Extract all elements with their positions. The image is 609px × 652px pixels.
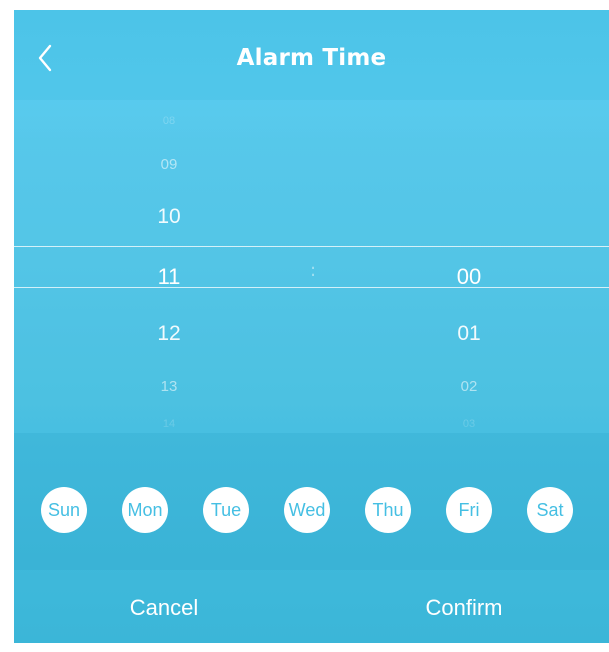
time-separator: : [310, 260, 317, 281]
day-tue-button[interactable]: Tue [203, 487, 249, 533]
selection-bottom-line [14, 287, 609, 288]
day-fri-button[interactable]: Fri [446, 487, 492, 533]
hour-option[interactable]: 12 [134, 322, 204, 346]
cancel-button[interactable]: Cancel [94, 595, 234, 621]
day-sun-button[interactable]: Sun [41, 487, 87, 533]
hour-wheel[interactable]: 08 09 10 11 12 13 14 [134, 100, 204, 433]
day-wed-button[interactable]: Wed [284, 487, 330, 533]
day-mon-button[interactable]: Mon [122, 487, 168, 533]
hour-option[interactable]: 13 [134, 378, 204, 395]
hour-option[interactable]: 08 [134, 115, 204, 127]
confirm-button[interactable]: Confirm [394, 595, 534, 621]
hour-option[interactable]: 10 [134, 205, 204, 229]
hour-option[interactable]: 14 [134, 418, 204, 430]
header: Alarm Time [14, 10, 609, 100]
day-sat-button[interactable]: Sat [527, 487, 573, 533]
page-title: Alarm Time [236, 45, 387, 71]
minute-option[interactable]: 02 [434, 378, 504, 395]
hour-option[interactable]: 09 [134, 156, 204, 173]
alarm-time-screen: Alarm Time 08 09 10 11 12 13 14 : 00 01 … [14, 10, 609, 643]
minute-option[interactable]: 03 [434, 418, 504, 430]
day-thu-button[interactable]: Thu [365, 487, 411, 533]
selection-top-line [14, 246, 609, 247]
minute-wheel[interactable]: 00 01 02 03 [434, 100, 504, 433]
minute-option[interactable]: 01 [434, 322, 504, 346]
